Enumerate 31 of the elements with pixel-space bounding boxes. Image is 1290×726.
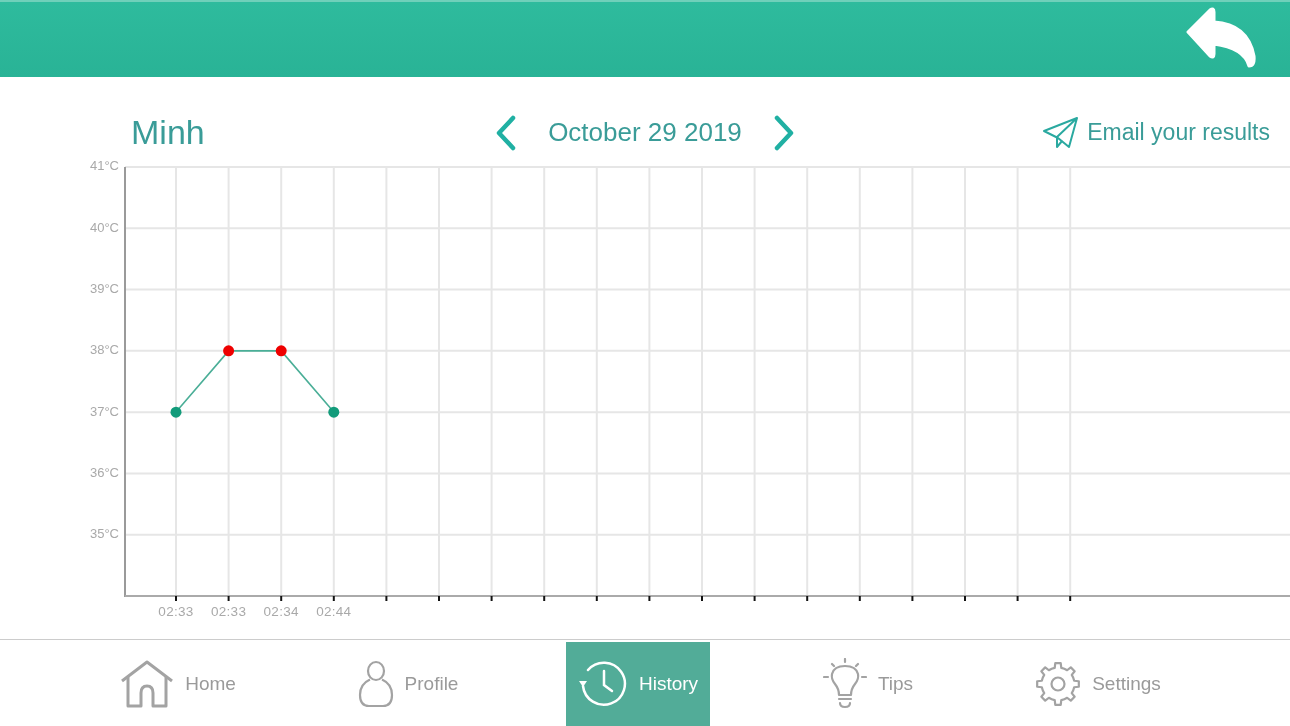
gear-icon xyxy=(1035,661,1082,707)
y-axis-label: 38°C xyxy=(89,342,119,358)
back-button[interactable] xyxy=(1186,5,1256,68)
back-arrow-icon xyxy=(1186,5,1256,68)
x-axis-label: 02:33 xyxy=(210,603,247,619)
nav-tab[interactable]: Profile xyxy=(345,642,471,726)
house-icon xyxy=(120,660,175,708)
next-date-button[interactable] xyxy=(772,114,795,151)
user-name: Minh xyxy=(131,113,205,152)
nav-tab[interactable]: Tips xyxy=(810,642,926,726)
y-axis-label: 40°C xyxy=(89,219,119,235)
date-label: October 29 2019 xyxy=(548,117,742,148)
lightbulb-icon xyxy=(822,658,867,710)
clock-history-icon xyxy=(577,659,628,709)
nav-tab[interactable]: Settings xyxy=(1023,642,1173,726)
x-axis-label: 02:34 xyxy=(263,603,299,619)
email-results-button[interactable]: Email your results xyxy=(1042,116,1270,149)
previous-date-button[interactable] xyxy=(495,114,518,151)
person-icon xyxy=(357,660,394,708)
y-axis-label: 41°C xyxy=(89,160,119,174)
nav-tab[interactable]: History xyxy=(565,642,711,726)
chevron-right-icon xyxy=(772,114,795,151)
paper-plane-icon xyxy=(1042,116,1080,149)
nav-tab[interactable]: Home xyxy=(108,642,248,726)
y-axis-label: 37°C xyxy=(89,403,119,419)
y-axis-label: 35°C xyxy=(89,526,119,542)
y-axis-label: 39°C xyxy=(89,281,119,296)
chevron-left-icon xyxy=(495,114,518,151)
x-axis-label: 02:33 xyxy=(158,603,194,619)
x-axis-label: 02:44 xyxy=(316,603,352,619)
y-axis-label: 36°C xyxy=(89,464,119,480)
